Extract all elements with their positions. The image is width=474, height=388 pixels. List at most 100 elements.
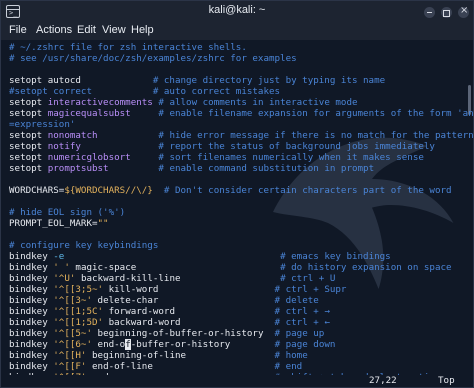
terminal-text-segment: -buffer-or-history bbox=[130, 339, 275, 350]
terminal-line: # hide EOL sign ('%') bbox=[9, 207, 125, 218]
terminal-text-segment: # ctrl + Supr bbox=[274, 284, 347, 295]
menu-view[interactable]: View bbox=[102, 24, 126, 36]
terminal-text-segment: setopt autocd bbox=[9, 75, 153, 86]
terminal-line: setopt autocd # change directory just by… bbox=[9, 75, 385, 86]
terminal-text-segment: delete-char bbox=[92, 295, 275, 306]
terminal-text-segment: magic-space bbox=[69, 262, 281, 273]
minimize-button[interactable] bbox=[424, 7, 435, 18]
terminal-line: bindkey '^U' backward-kill-line # ctrl +… bbox=[9, 273, 335, 284]
terminal-text-segment: -e bbox=[53, 251, 281, 262]
terminal-text-segment: '^[[H' bbox=[53, 350, 87, 361]
terminal-text-segment: '^U' bbox=[53, 273, 76, 284]
terminal-text-segment: # ctrl + → bbox=[274, 306, 330, 317]
terminal-line: bindkey '^[[5~' beginning-of-buffer-or-h… bbox=[9, 328, 324, 339]
terminal-text-segment: =expression' bbox=[9, 119, 76, 130]
terminal-line: # see /usr/share/doc/zsh/examples/zshrc … bbox=[9, 53, 297, 64]
terminal-text-segment: ${WORDCHARS//\/} bbox=[64, 185, 153, 196]
terminal-line: # configure key keybindings bbox=[9, 240, 158, 251]
terminal-line: setopt interactivecomments # allow comme… bbox=[9, 97, 358, 108]
terminal-text-segment: '^[[1;5D' bbox=[53, 317, 104, 328]
menu-bar: File Actions Edit View Help bbox=[1, 23, 473, 40]
terminal-line: bindkey '^[[H' beginning-of-line # home bbox=[9, 350, 308, 361]
terminal-text-segment: bindkey bbox=[9, 306, 54, 317]
terminal-text-segment: bindkey bbox=[9, 251, 54, 262]
terminal-text-segment: # configure key keybindings bbox=[9, 240, 159, 251]
menu-actions[interactable]: Actions bbox=[36, 24, 72, 36]
terminal-text-segment: backward-kill-line bbox=[75, 273, 281, 284]
terminal-text-segment: # end bbox=[274, 361, 303, 372]
terminal-text-segment: # hide EOL sign ('%') bbox=[9, 207, 126, 218]
terminal-line: setopt magicequalsubst # enable filename… bbox=[9, 108, 473, 119]
terminal-content[interactable]: # ~/.zshrc file for zsh interactive shel… bbox=[1, 40, 473, 375]
maximize-button[interactable] bbox=[441, 7, 452, 18]
terminal-text-segment: bindkey bbox=[9, 361, 54, 372]
terminal-text-segment: kill-word bbox=[103, 284, 275, 295]
terminal-line: setopt numericglobsort # sort filenames … bbox=[9, 152, 424, 163]
terminal-text-segment: # ctrl + U bbox=[280, 273, 336, 284]
terminal-text-segment: #setopt correct # auto correct mistakes bbox=[9, 86, 281, 97]
terminal-text-segment: # ~/.zshrc file for zsh interactive shel… bbox=[9, 42, 247, 53]
terminal-text-segment: # page up bbox=[274, 328, 325, 339]
terminal-line: bindkey '^[[3;5~' kill-word # ctrl + Sup… bbox=[9, 284, 346, 295]
terminal-text-segment: bindkey bbox=[9, 273, 54, 284]
title-bar[interactable]: >_ kali@kali: ~ bbox=[1, 1, 473, 23]
terminal-text-segment: bindkey bbox=[9, 317, 54, 328]
terminal-line: bindkey ' ' magic-space # do history exp… bbox=[9, 262, 452, 273]
terminal-text-segment: backward-word bbox=[103, 317, 275, 328]
terminal-text-segment: beginning-of-buffer-or-history bbox=[92, 328, 275, 339]
terminal-line: bindkey '^[[1;5C' forward-word # ctrl + … bbox=[9, 306, 330, 317]
menu-file[interactable]: File bbox=[9, 24, 27, 36]
terminal-text-segment: '^[[3;5~' bbox=[53, 284, 104, 295]
terminal-text-segment: setopt bbox=[9, 97, 48, 108]
terminal-text-segment: # emacs key bindings bbox=[280, 251, 391, 262]
terminal-text-segment: # enable command substitution in prompt bbox=[158, 163, 375, 174]
terminal-text-segment: # report the status of background jobs i… bbox=[158, 141, 435, 152]
terminal-text-segment: promptsubst bbox=[47, 163, 159, 174]
terminal-text-segment: nonomatch bbox=[47, 130, 159, 141]
terminal-text-segment: forward-word bbox=[103, 306, 275, 317]
terminal-text-segment: setopt bbox=[9, 141, 48, 152]
terminal-line: WORDCHARS=${WORDCHARS//\/} # Don't consi… bbox=[9, 185, 452, 196]
terminal-text-segment: beginning-of-line bbox=[86, 350, 275, 361]
cursor-position: 27,22 bbox=[369, 375, 397, 386]
terminal-text-segment: setopt bbox=[9, 163, 48, 174]
terminal-line: PROMPT_EOL_MARK="" bbox=[9, 218, 109, 229]
terminal-line: bindkey -e # emacs key bindings bbox=[9, 251, 391, 262]
terminal-text-segment: '^[[1;5C' bbox=[53, 306, 104, 317]
terminal-text-segment: setopt bbox=[9, 108, 48, 119]
terminal-text-segment: WORDCHARS= bbox=[9, 185, 65, 196]
terminal-text-segment: '^[[5~' bbox=[53, 328, 92, 339]
terminal-text-segment: # allow comments in interactive mode bbox=[158, 97, 358, 108]
terminal-text-segment: bindkey bbox=[9, 284, 54, 295]
terminal-text-segment: # do history expansion on space bbox=[280, 262, 452, 273]
menu-help[interactable]: Help bbox=[131, 24, 154, 36]
terminal-text-segment: # delete bbox=[274, 295, 319, 306]
close-button[interactable] bbox=[458, 5, 469, 18]
terminal-text-segment: # sort filenames numerically when it mak… bbox=[158, 152, 424, 163]
terminal-text-segment: # Don't consider certain characters part… bbox=[163, 185, 452, 196]
terminal-line: setopt nonomatch # hide error message if… bbox=[9, 130, 473, 141]
terminal-text-segment: magicequalsubst bbox=[47, 108, 159, 119]
terminal-text-segment: end-of-line bbox=[86, 361, 275, 372]
terminal-line: setopt notify # report the status of bac… bbox=[9, 141, 435, 152]
scroll-position: Top bbox=[438, 375, 455, 386]
terminal-text-segment: bindkey bbox=[9, 328, 54, 339]
terminal-text-segment: numericglobsort bbox=[47, 152, 159, 163]
window-title: kali@kali: ~ bbox=[208, 4, 266, 16]
terminal-text-segment: notify bbox=[47, 141, 159, 152]
terminal-text-segment: PROMPT_EOL_MARK= bbox=[9, 218, 98, 229]
terminal-text-segment: bindkey bbox=[9, 350, 54, 361]
terminal-line: =expression' bbox=[9, 119, 75, 130]
terminal-text-segment: interactivecomments bbox=[47, 97, 159, 108]
terminal-line: setopt promptsubst # enable command subs… bbox=[9, 163, 374, 174]
terminal-text-segment: # home bbox=[274, 350, 308, 361]
terminal-text-segment: "" bbox=[97, 218, 109, 229]
status-bar: 27,22 Top bbox=[1, 375, 473, 387]
terminal-line: bindkey '^[[3~' delete-char # delete bbox=[9, 295, 319, 306]
terminal-text-segment: # enable filename expansion for argument… bbox=[158, 108, 473, 119]
terminal-text-segment: # hide error message if there is no matc… bbox=[158, 130, 473, 141]
terminal-text-segment: # ctrl + ← bbox=[274, 317, 330, 328]
terminal-text-segment: end-o bbox=[92, 339, 126, 350]
menu-edit[interactable]: Edit bbox=[77, 24, 96, 36]
